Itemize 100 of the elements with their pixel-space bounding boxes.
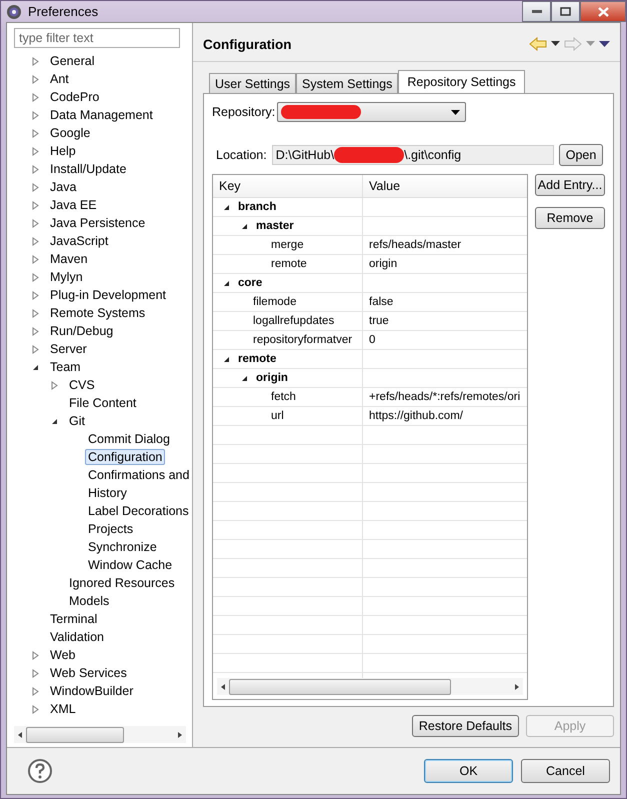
- minimize-icon: [532, 10, 542, 14]
- tree-item[interactable]: Help: [47, 143, 79, 159]
- table-cell: https://github.com/: [369, 410, 463, 422]
- tree-item[interactable]: Maven: [47, 251, 91, 267]
- tree-item[interactable]: Label Decorations: [85, 503, 192, 519]
- expand-arrow-icon[interactable]: [30, 182, 41, 192]
- tree-item[interactable]: JavaScript: [47, 233, 112, 249]
- restore-defaults-button[interactable]: Restore Defaults: [412, 715, 519, 737]
- help-icon[interactable]: [27, 758, 53, 784]
- expand-arrow-icon[interactable]: [30, 164, 41, 174]
- tree-item[interactable]: WindowBuilder: [47, 683, 136, 699]
- table-cell: filemode: [253, 296, 296, 308]
- tree-item[interactable]: CodePro: [47, 89, 102, 105]
- minimize-button[interactable]: [522, 1, 551, 22]
- tree-item[interactable]: CVS: [66, 377, 98, 393]
- expand-arrow-icon[interactable]: [30, 650, 41, 660]
- tree-item[interactable]: Mylyn: [47, 269, 86, 285]
- tree-item[interactable]: Team: [47, 359, 84, 375]
- expand-arrow-icon[interactable]: [30, 704, 41, 714]
- expand-arrow-icon[interactable]: [30, 146, 41, 156]
- expand-arrow-icon[interactable]: [30, 218, 41, 228]
- window-title: Preferences: [28, 4, 98, 19]
- tree-item[interactable]: Google: [47, 125, 94, 141]
- ok-button[interactable]: OK: [424, 759, 513, 783]
- tree-item[interactable]: Ant: [47, 71, 72, 87]
- tab[interactable]: System Settings: [296, 73, 398, 93]
- menu-caret-icon[interactable]: [599, 40, 610, 48]
- expand-arrow-icon[interactable]: [30, 200, 41, 210]
- table-cell: merge: [271, 239, 304, 251]
- tree-item[interactable]: Java Persistence: [47, 215, 148, 231]
- tree-item[interactable]: History: [85, 485, 130, 501]
- table-cell: remote: [238, 353, 276, 365]
- tree-item[interactable]: Configuration: [85, 449, 166, 465]
- expand-arrow-icon[interactable]: [30, 290, 41, 300]
- tree-item[interactable]: Run/Debug: [47, 323, 116, 339]
- tree-item[interactable]: Remote Systems: [47, 305, 148, 321]
- tree-item[interactable]: Synchronize: [85, 539, 160, 555]
- tree-item[interactable]: File Content: [66, 395, 140, 411]
- tree-item[interactable]: Validation: [47, 629, 107, 645]
- expand-arrow-icon[interactable]: [30, 308, 41, 318]
- tree-item[interactable]: Plug-in Development: [47, 287, 170, 303]
- table-cell: origin: [369, 258, 398, 270]
- field-label: Repository:: [212, 105, 276, 119]
- column-header[interactable]: Key: [213, 175, 363, 197]
- expand-arrow-icon[interactable]: [49, 380, 60, 390]
- tree-item[interactable]: Data Management: [47, 107, 156, 123]
- gear-icon: [6, 4, 22, 20]
- close-icon: [598, 6, 608, 16]
- tree-item[interactable]: Server: [47, 341, 90, 357]
- location-field[interactable]: D:\GitHub\ \.git\config: [272, 145, 554, 165]
- expand-arrow-icon[interactable]: [30, 56, 41, 66]
- tree-item[interactable]: Projects: [85, 521, 136, 537]
- close-button[interactable]: [580, 1, 626, 22]
- tree-item[interactable]: Java: [47, 179, 80, 195]
- open-button[interactable]: Open: [558, 144, 604, 166]
- table-cell: remote: [271, 258, 307, 270]
- table-cell: repositoryformatver: [253, 334, 352, 346]
- repository-dropdown[interactable]: [277, 102, 466, 122]
- cancel-button[interactable]: Cancel: [521, 759, 610, 783]
- table-cell: refs/heads/master: [369, 239, 462, 251]
- field-label: Location:: [216, 148, 267, 162]
- tree-item[interactable]: Commit Dialog: [85, 431, 173, 447]
- expand-arrow-icon[interactable]: [30, 74, 41, 84]
- tab[interactable]: Repository Settings: [398, 70, 525, 93]
- tree-item[interactable]: Java EE: [47, 197, 100, 213]
- tree-item[interactable]: Ignored Resources: [66, 575, 178, 591]
- tree-item[interactable]: Install/Update: [47, 161, 130, 177]
- table-cell: origin: [256, 372, 288, 384]
- tab[interactable]: User Settings: [209, 73, 296, 93]
- expand-arrow-icon[interactable]: [30, 668, 41, 678]
- expand-arrow-icon[interactable]: [30, 110, 41, 120]
- tree-item[interactable]: XML: [47, 701, 79, 717]
- table-action-button[interactable]: Add Entry...: [535, 174, 605, 196]
- tree-item[interactable]: Web: [47, 647, 78, 663]
- horizontal-scrollbar[interactable]: [14, 726, 186, 743]
- column-header[interactable]: Value: [363, 175, 527, 197]
- tree-item[interactable]: Models: [66, 593, 112, 609]
- expand-arrow-icon[interactable]: [30, 686, 41, 696]
- page-title: Configuration: [203, 36, 292, 52]
- expand-arrow-icon[interactable]: [30, 236, 41, 246]
- expand-arrow-icon[interactable]: [30, 326, 41, 336]
- tree-item[interactable]: Web Services: [47, 665, 130, 681]
- dropdown-caret-icon[interactable]: [551, 41, 560, 47]
- table-cell: fetch: [271, 391, 296, 403]
- table-cell: master: [256, 220, 294, 232]
- tree-item[interactable]: Terminal: [47, 611, 100, 627]
- expand-arrow-icon[interactable]: [30, 92, 41, 102]
- expand-arrow-icon[interactable]: [30, 128, 41, 138]
- filter-field[interactable]: type filter text: [14, 28, 180, 48]
- tree-item[interactable]: General: [47, 53, 98, 69]
- expand-arrow-icon[interactable]: [30, 272, 41, 282]
- tree-item[interactable]: Git: [66, 413, 88, 429]
- expand-arrow-icon[interactable]: [30, 254, 41, 264]
- tree-item[interactable]: Window Cache: [85, 557, 176, 573]
- tree-item[interactable]: Confirmations and: [85, 467, 192, 483]
- expand-arrow-icon[interactable]: [30, 344, 41, 354]
- table-action-button[interactable]: Remove: [535, 207, 605, 229]
- horizontal-scrollbar[interactable]: [217, 678, 523, 695]
- maximize-icon: [560, 7, 571, 16]
- maximize-button[interactable]: [551, 1, 580, 22]
